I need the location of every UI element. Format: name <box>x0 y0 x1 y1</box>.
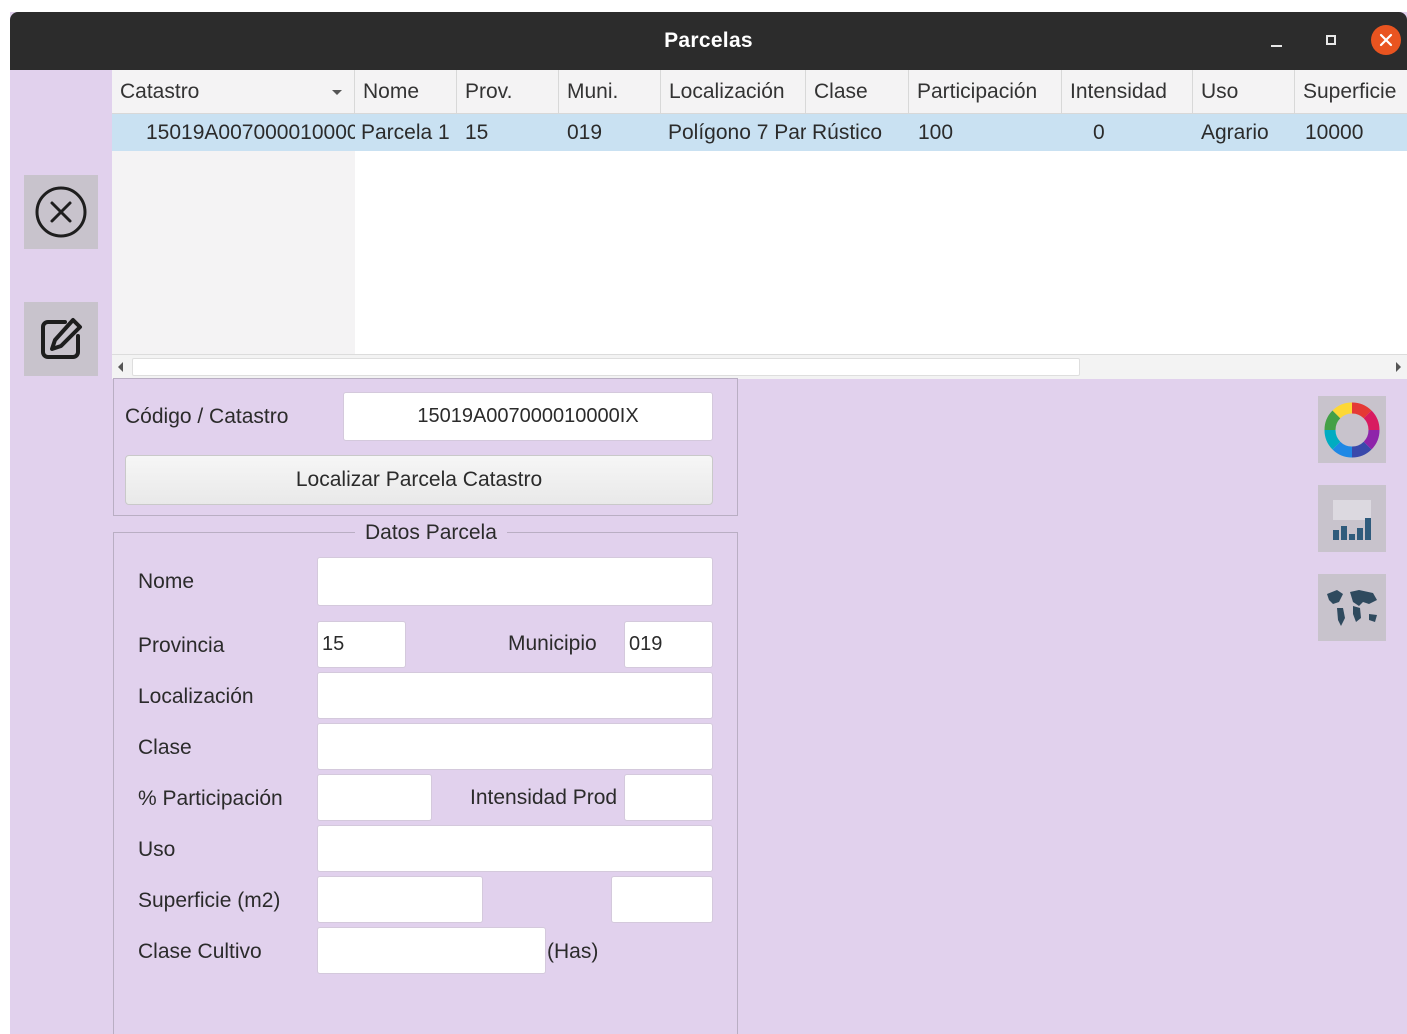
cell-superficie[interactable]: 10000 <box>1295 114 1407 151</box>
clase-field[interactable] <box>317 723 713 770</box>
column-label: Catastro <box>120 80 200 103</box>
nome-label: Nome <box>138 570 195 593</box>
catastro-input[interactable] <box>343 392 713 441</box>
cell-localizacion[interactable]: Polígono 7 Parcela 1 <box>661 114 806 151</box>
provincia-label: Provincia <box>138 634 225 657</box>
close-circle-icon <box>35 186 87 238</box>
column-header-uso[interactable]: Uso <box>1193 70 1295 113</box>
minimize-icon <box>1271 45 1282 47</box>
municipio-field[interactable] <box>624 621 713 668</box>
intensidad-field[interactable] <box>624 774 713 821</box>
color-wheel-button[interactable] <box>1318 396 1386 463</box>
cell-prov[interactable]: 15 <box>457 114 559 151</box>
cell-muni[interactable]: 019 <box>559 114 661 151</box>
chart-button[interactable] <box>1318 485 1386 552</box>
minimize-button[interactable] <box>1262 26 1292 56</box>
uso-field[interactable] <box>317 825 713 872</box>
edit-icon <box>41 318 82 359</box>
column-header-nome[interactable]: Nome <box>355 70 457 113</box>
cell-nome[interactable]: Parcela 1 <box>355 114 457 151</box>
clase-cultivo-label: Clase Cultivo <box>138 940 262 963</box>
column-header-superficie[interactable]: Superficie <box>1295 70 1407 113</box>
cell-catastro[interactable]: 15019A007000010000IX <box>138 114 355 151</box>
uso-label: Uso <box>138 838 176 861</box>
maximize-button[interactable] <box>1317 26 1347 56</box>
cell-participacion[interactable]: 100 <box>909 114 1062 151</box>
cell-clase[interactable]: Rústico <box>806 114 909 151</box>
scrollbar-thumb[interactable] <box>132 358 1080 376</box>
map-button[interactable] <box>1318 574 1386 641</box>
column-header-muni[interactable]: Muni. <box>559 70 661 113</box>
participacion-label: % Participación <box>138 787 283 810</box>
nome-field[interactable] <box>317 557 713 606</box>
column-header-clase[interactable]: Clase <box>806 70 909 113</box>
clase-cultivo-field[interactable] <box>317 927 546 974</box>
bar-chart-icon <box>1333 499 1371 540</box>
column-header-localizacion[interactable]: Localización <box>661 70 806 113</box>
color-wheel-icon <box>1324 401 1380 458</box>
close-icon <box>1379 33 1393 47</box>
intensidad-label: Intensidad Prod <box>470 786 618 809</box>
title-bar[interactable]: Parcelas <box>10 12 1407 70</box>
municipio-label: Municipio <box>508 632 597 655</box>
localizar-parcela-button[interactable]: Localizar Parcela Catastro <box>125 455 713 505</box>
parcelas-table[interactable]: Catastro Nome Prov. Muni. Localización C… <box>112 70 1407 379</box>
scroll-right-icon[interactable] <box>1396 362 1401 372</box>
column-header-intensidad[interactable]: Intensidad <box>1062 70 1193 113</box>
table-header: Catastro Nome Prov. Muni. Localización C… <box>112 70 1407 114</box>
window-title: Parcelas <box>664 29 753 52</box>
datos-parcela-title: Datos Parcela <box>355 521 507 545</box>
close-window-button[interactable] <box>1371 25 1401 55</box>
sort-arrow-icon <box>332 90 342 95</box>
cell-uso[interactable]: Agrario <box>1193 114 1295 151</box>
catastro-label: Código / Catastro <box>125 405 289 428</box>
participacion-field[interactable] <box>317 774 432 821</box>
edit-button[interactable] <box>24 302 98 376</box>
delete-button[interactable] <box>24 175 98 249</box>
parcelas-window: Parcelas Catastro Nome Prov. Muni. Local… <box>10 12 1407 1034</box>
column-header-participacion[interactable]: Participación <box>909 70 1062 113</box>
superficie-label: Superficie (m2) <box>138 889 281 912</box>
superficie-field[interactable] <box>317 876 483 923</box>
has-label: (Has) <box>547 940 599 963</box>
cell-intensidad[interactable]: 0 <box>1062 114 1193 151</box>
horizontal-scrollbar[interactable] <box>112 354 1407 379</box>
world-map-icon <box>1327 589 1377 626</box>
localizacion-label: Localización <box>138 685 254 708</box>
maximize-icon <box>1326 35 1336 45</box>
clase-label: Clase <box>138 736 192 759</box>
column-header-prov[interactable]: Prov. <box>457 70 559 113</box>
column-header-catastro[interactable]: Catastro <box>112 70 355 113</box>
provincia-field[interactable] <box>317 621 406 668</box>
localizacion-field[interactable] <box>317 672 713 719</box>
scroll-left-icon[interactable] <box>118 362 123 372</box>
superficie-has-field[interactable] <box>611 876 713 923</box>
